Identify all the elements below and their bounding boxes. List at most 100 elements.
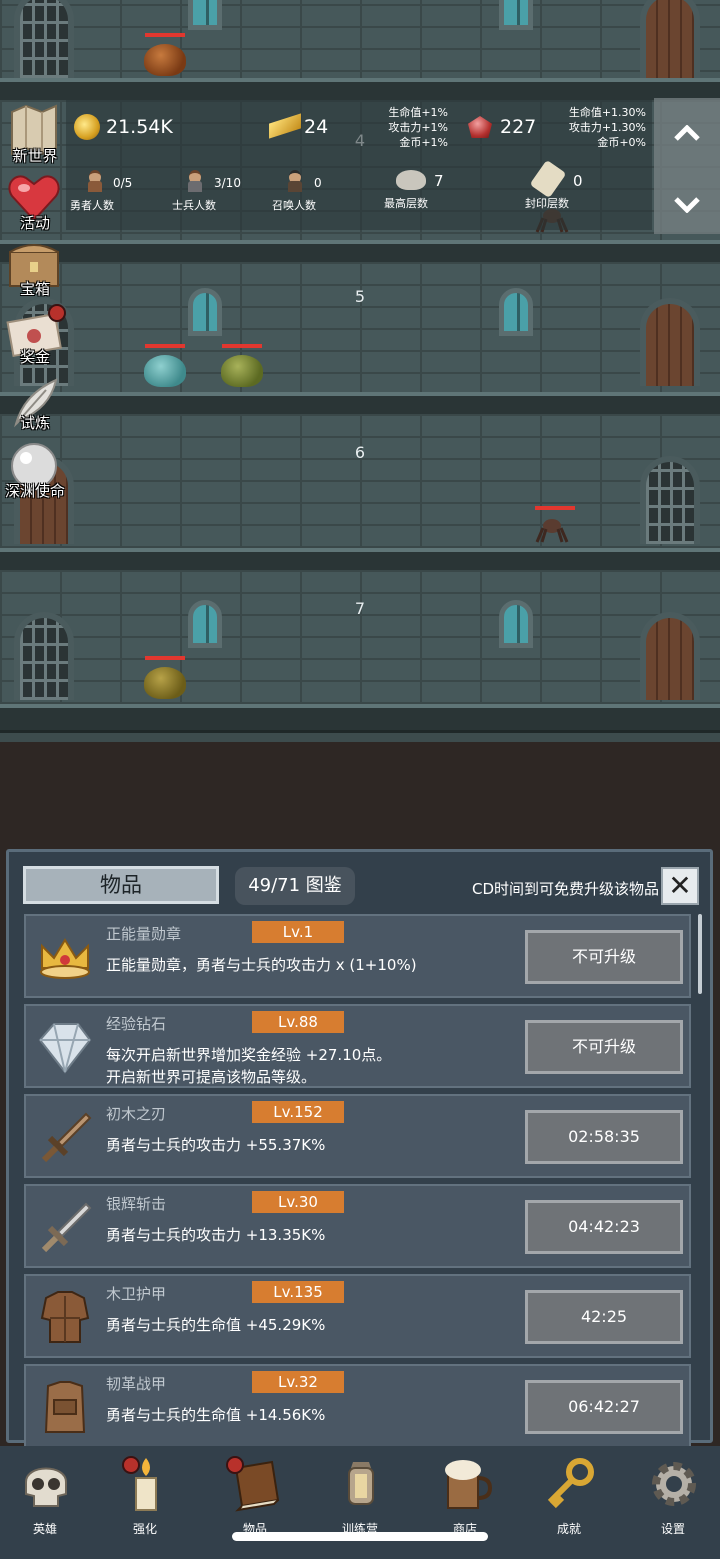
nav-achievements[interactable]: 成就 <box>524 1452 614 1536</box>
gold-amount: 21.54K <box>106 116 173 138</box>
silver-sword-icon <box>41 1202 92 1253</box>
collection-button[interactable]: 49/71 图鉴 <box>235 867 355 905</box>
upgrade-button[interactable]: 不可升级 <box>525 930 683 984</box>
item-level-badge: Lv.30 <box>252 1191 344 1213</box>
item-name: 木卫护甲 <box>106 1285 167 1303</box>
gem-bonus-list: 生命值+1.30% 攻击力+1.30% 金币+0% <box>550 105 646 150</box>
list-scrollbar[interactable] <box>698 914 702 994</box>
lantern-icon <box>348 1462 374 1505</box>
scroll-down-button[interactable] <box>654 190 720 220</box>
wooden-door <box>640 298 700 386</box>
scroll-up-button[interactable] <box>654 118 720 148</box>
side-label: 活动 <box>19 214 50 232</box>
max-floor-count: 7 <box>434 172 444 190</box>
item-description: 正能量勋章，勇者与士兵的攻击力 x (1+10%) <box>106 956 417 974</box>
side-abyss-mission[interactable]: 深渊使命 <box>0 440 70 504</box>
item-description: 勇者与士兵的攻击力 +13.35K% <box>106 1226 326 1244</box>
item-row[interactable]: 银辉斩击 Lv.30 勇者与士兵的攻击力 +13.35K% 04:42:23 <box>24 1184 691 1268</box>
item-level-badge: Lv.152 <box>252 1101 344 1123</box>
item-row[interactable]: 经验钻石 Lv.88 每次开启新世界增加奖金经验 +27.10点。 开启新世界可… <box>24 1004 691 1088</box>
chevron-up-icon <box>674 124 700 141</box>
item-description: 每次开启新世界增加奖金经验 +27.10点。 开启新世界可提高该物品等级。 <box>106 1046 392 1086</box>
nav-settings[interactable]: 设置 <box>628 1452 718 1536</box>
summon-count: 0 <box>314 176 322 190</box>
upgrade-timer-button[interactable]: 42:25 <box>525 1290 683 1344</box>
gem-amount: 227 <box>500 116 537 138</box>
summon-count-label: 召唤人数 <box>272 199 316 212</box>
wood-armor-icon <box>40 1291 90 1343</box>
wooden-door <box>640 0 700 78</box>
floor-number: 5 <box>354 287 366 306</box>
chevron-down-icon <box>674 197 700 214</box>
item-row[interactable]: 初木之刃 Lv.152 勇者与士兵的攻击力 +55.37K% 02:58:35 <box>24 1094 691 1178</box>
upgrade-button[interactable]: 不可升级 <box>525 1020 683 1074</box>
side-label: 试炼 <box>19 414 50 432</box>
soldier-count: 3/10 <box>214 176 241 190</box>
floor-scroll-control <box>654 98 720 234</box>
tab-items[interactable]: 物品 <box>23 866 219 904</box>
window <box>188 288 222 336</box>
gold-bonus-list: 生命值+1% 攻击力+1% 金币+1% <box>356 105 448 150</box>
window <box>499 600 533 648</box>
side-label: 深渊使命 <box>4 482 65 500</box>
enemy-hp-bar <box>145 33 185 37</box>
sealed-floor-label: 封印层数 <box>525 197 569 210</box>
upgrade-timer-button[interactable]: 06:42:27 <box>525 1380 683 1434</box>
bonus-atk: 攻击力+1% <box>388 121 448 134</box>
wooden-door <box>640 612 700 700</box>
notification-dot <box>48 304 66 322</box>
item-name: 正能量勋章 <box>106 925 182 943</box>
gold-bar-amount: 24 <box>304 116 329 138</box>
nav-shop[interactable]: 商店 <box>420 1452 510 1536</box>
item-level-badge: Lv.135 <box>252 1281 344 1303</box>
side-chest[interactable]: 宝箱 <box>0 236 70 300</box>
item-description: 勇者与士兵的生命值 +45.29K% <box>106 1316 326 1334</box>
diamond-icon <box>38 1023 92 1074</box>
dungeon-floor-3 <box>0 0 720 78</box>
item-name: 韧革战甲 <box>106 1375 167 1393</box>
window <box>499 288 533 336</box>
item-row[interactable]: 正能量勋章 Lv.1 正能量勋章，勇者与士兵的攻击力 x (1+10%) 不可升… <box>24 914 691 998</box>
side-trial[interactable]: 试炼 <box>0 372 70 436</box>
item-row[interactable]: 木卫护甲 Lv.135 勇者与士兵的生命值 +45.29K% 42:25 <box>24 1274 691 1358</box>
beer-mug-icon <box>445 1460 493 1509</box>
wooden-sword-icon <box>41 1112 92 1163</box>
summon-icon <box>286 170 304 192</box>
slime-enemy[interactable] <box>144 667 186 699</box>
side-event[interactable]: 活动 <box>0 168 70 232</box>
nav-training-camp[interactable]: 训练营 <box>315 1452 405 1536</box>
side-label: 奖金 <box>19 348 50 366</box>
spider-enemy[interactable] <box>535 516 569 544</box>
upgrade-timer-button[interactable]: 02:58:35 <box>525 1110 683 1164</box>
leather-armor-icon <box>44 1381 86 1433</box>
notification-dot <box>226 1456 244 1474</box>
window <box>499 0 533 30</box>
hero-count: 0/5 <box>113 176 133 190</box>
item-panel: 物品 49/71 图鉴 CD时间到可免费升级该物品 ✕ 正能量勋章 Lv.1 正… <box>6 849 713 1448</box>
home-indicator[interactable] <box>232 1532 488 1541</box>
close-icon: ✕ <box>668 869 692 902</box>
window <box>188 0 222 30</box>
bonus-hp: 生命值+1.30% <box>568 106 646 119</box>
nav-enhance[interactable]: 强化 <box>100 1452 190 1536</box>
side-bonus[interactable]: 奖金 <box>0 304 70 368</box>
nav-items[interactable]: 物品 <box>210 1452 300 1536</box>
notification-dot <box>122 1456 140 1474</box>
nav-label: 设置 <box>660 1522 685 1536</box>
upgrade-timer-button[interactable]: 04:42:23 <box>525 1200 683 1254</box>
key-icon <box>547 1458 594 1509</box>
side-new-world[interactable]: 新世界 <box>0 100 70 165</box>
slime-enemy[interactable] <box>221 355 263 387</box>
slime-enemy[interactable] <box>144 355 186 387</box>
enemy-hp-bar <box>222 344 262 348</box>
bonus-gold: 金币+0% <box>597 136 646 149</box>
gate-door <box>640 456 700 544</box>
gold-bar-icon <box>269 113 301 139</box>
bonus-atk: 攻击力+1.30% <box>568 121 646 134</box>
side-label: 宝箱 <box>19 280 50 298</box>
nav-heroes[interactable]: 英雄 <box>0 1452 90 1536</box>
close-button[interactable]: ✕ <box>661 867 699 905</box>
item-row[interactable]: 韧革战甲 Lv.32 勇者与士兵的生命值 +14.56K% 06:42:27 <box>24 1364 691 1448</box>
bottom-nav: 英雄 强化 物品 训练营 商店 成就 设置 <box>0 1446 720 1559</box>
slime-enemy[interactable] <box>144 44 186 76</box>
